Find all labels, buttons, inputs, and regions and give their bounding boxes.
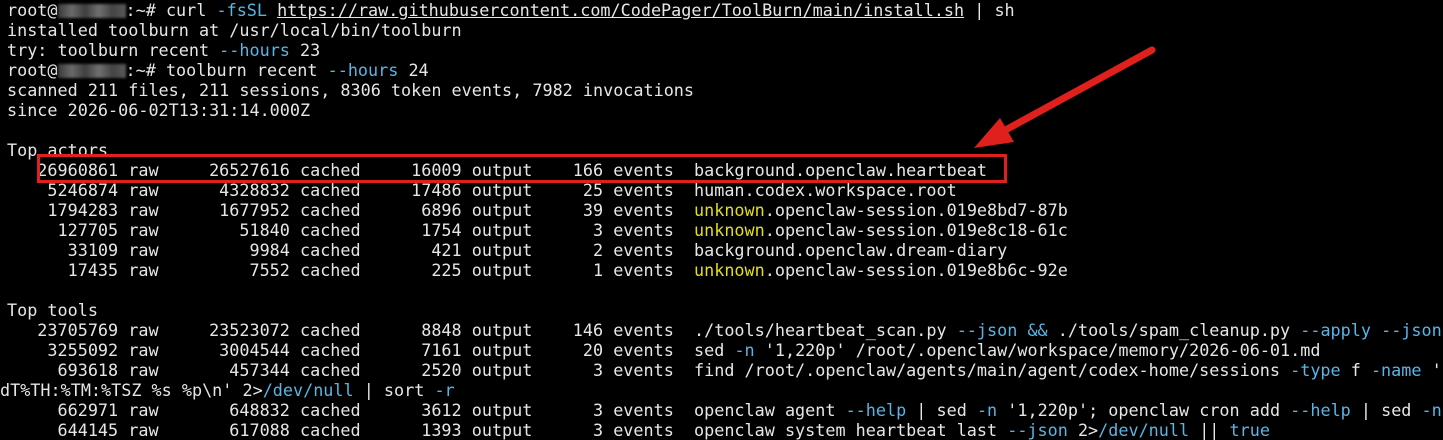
try-hint: try: toolburn recent --hours 23 <box>7 40 321 60</box>
tool-row: 644145 raw 617088 cached 1393 output 3 e… <box>7 420 1270 440</box>
actor-row: 127705 raw 51840 cached 1754 output 3 ev… <box>7 220 1068 240</box>
actors-table: 26960861 raw 26527616 cached 16009 outpu… <box>7 160 1442 280</box>
unknown-keyword: unknown <box>694 220 765 240</box>
tool-row: 693618 raw 457344 cached 2520 output 3 e… <box>7 360 1442 380</box>
install-url-link[interactable]: https://raw.githubusercontent.com/CodePa… <box>277 0 964 20</box>
command-line-curl: root@:~# curl -fsSL https://raw.githubus… <box>7 0 1015 20</box>
since-timestamp: since 2026-06-02T13:31:14.000Z <box>7 100 311 120</box>
actors-header: Top actors <box>7 140 109 160</box>
unknown-keyword: unknown <box>694 200 765 220</box>
tool-row: 662971 raw 648832 cached 3612 output 3 e… <box>7 400 1442 420</box>
command-line-toolburn: root@:~# toolburn recent --hours 24 <box>7 60 429 80</box>
unknown-keyword: unknown <box>694 260 765 280</box>
terminal-output: root@:~# curl -fsSL https://raw.githubus… <box>0 0 1442 440</box>
actor-row: 5246874 raw 4328832 cached 17486 output … <box>7 180 957 200</box>
actor-row: 1794283 raw 1677952 cached 6896 output 3… <box>7 200 1068 220</box>
redacted-hostname <box>57 64 126 78</box>
tool-row: 3255092 raw 3004544 cached 7161 output 2… <box>7 340 1321 360</box>
actor-row: 17435 raw 7552 cached 225 output 1 event… <box>7 260 1068 280</box>
scan-summary: scanned 211 files, 211 sessions, 8306 to… <box>7 80 695 100</box>
redacted-hostname <box>57 4 126 18</box>
actor-row: 26960861 raw 26527616 cached 16009 outpu… <box>7 160 988 180</box>
actor-row: 33109 raw 9984 cached 421 output 2 event… <box>7 240 1008 260</box>
tool-row-continuation: dT%TH:%TM:%TSZ %s %p\n' 2>/dev/null | so… <box>0 380 455 400</box>
tools-header: Top tools <box>7 300 98 320</box>
install-message: installed toolburn at /usr/local/bin/too… <box>7 20 462 40</box>
terminal-window[interactable]: { "prompt": { "user": "root@", "suffix":… <box>0 0 1443 440</box>
tool-row: 23705769 raw 23523072 cached 8848 output… <box>7 320 1442 340</box>
